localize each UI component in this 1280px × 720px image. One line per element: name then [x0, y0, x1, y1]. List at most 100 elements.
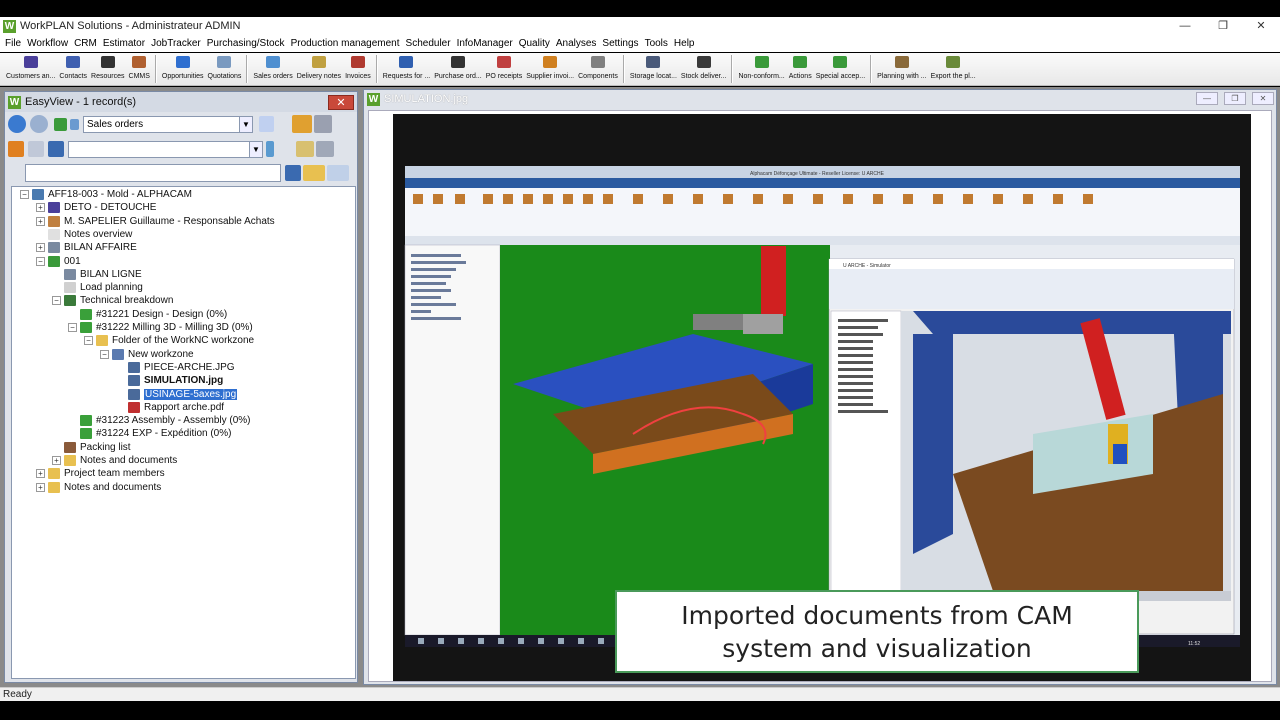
- tree-node-label[interactable]: AFF18-003 - Mold - ALPHACAM: [48, 189, 192, 200]
- forward-arrow-icon[interactable]: [30, 115, 48, 133]
- close-button[interactable]: ✕: [1242, 17, 1280, 35]
- tree-node[interactable]: − Folder of the WorkNC workzone: [84, 334, 254, 347]
- tree-node-label[interactable]: Project team members: [64, 468, 165, 479]
- menu-infomanager[interactable]: InfoManager: [457, 38, 513, 49]
- tree-node[interactable]: + DETO - DETOUCHE: [36, 201, 156, 214]
- expand-icon[interactable]: +: [36, 482, 45, 492]
- tree-node[interactable]: − AFF18-003 - Mold - ALPHACAM: [20, 188, 192, 201]
- search-icon[interactable]: [285, 165, 301, 181]
- tree-node-label[interactable]: Load planning: [80, 282, 143, 293]
- menu-help[interactable]: Help: [674, 38, 695, 49]
- collapse-icon[interactable]: −: [100, 349, 109, 359]
- menu-file[interactable]: File: [5, 38, 21, 49]
- menu-analyses[interactable]: Analyses: [556, 38, 597, 49]
- tree-node[interactable]: − New workzone: [100, 348, 194, 361]
- toolbar-po-receipts-button[interactable]: PO receipts: [484, 54, 525, 84]
- expand-icon[interactable]: +: [36, 469, 45, 479]
- tree-node-label[interactable]: Packing list: [80, 442, 131, 453]
- menu-tools[interactable]: Tools: [645, 38, 668, 49]
- tree-node[interactable]: #31223 Assembly - Assembly (0%): [68, 414, 251, 427]
- tree-node[interactable]: #31221 Design - Design (0%): [68, 308, 227, 321]
- clear-filter-icon[interactable]: [303, 165, 325, 181]
- toolbar-sales-orders-button[interactable]: Sales orders: [251, 54, 294, 84]
- search-input[interactable]: [25, 164, 281, 182]
- mail-icon[interactable]: [327, 165, 349, 181]
- column-chooser-icon[interactable]: [266, 141, 274, 157]
- folder-icon[interactable]: [296, 141, 314, 157]
- tree-node[interactable]: + Notes and documents: [36, 481, 161, 494]
- tree-node[interactable]: + BILAN AFFAIRE: [36, 241, 137, 254]
- toolbar-contacts-button[interactable]: Contacts: [57, 54, 89, 84]
- toolbar-invoices-button[interactable]: Invoices: [343, 54, 373, 84]
- tree-node-label[interactable]: Notes overview: [64, 229, 132, 240]
- tree-node-label[interactable]: M. SAPELIER Guillaume - Responsable Acha…: [64, 216, 275, 227]
- tree-node[interactable]: Rapport arche.pdf: [116, 401, 224, 414]
- tree-node-label[interactable]: USINAGE-5axes.jpg: [144, 388, 238, 400]
- back-arrow-icon[interactable]: [8, 115, 26, 133]
- toolbar-requests-for-button[interactable]: Requests for ...: [381, 54, 432, 84]
- tree-node-label[interactable]: Rapport arche.pdf: [144, 402, 224, 413]
- tree-node[interactable]: PIECE-ARCHE.JPG: [116, 361, 235, 374]
- menu-production-management[interactable]: Production management: [291, 38, 400, 49]
- tree-node-label[interactable]: BILAN LIGNE: [80, 269, 142, 280]
- toolbar-resources-button[interactable]: Resources: [89, 54, 126, 84]
- tree-node[interactable]: #31224 EXP - Expédition (0%): [68, 427, 231, 440]
- minimize-button[interactable]: —: [1166, 17, 1204, 35]
- tree-node[interactable]: Load planning: [52, 281, 143, 294]
- easyview-close-button[interactable]: ✕: [328, 95, 354, 110]
- menu-quality[interactable]: Quality: [519, 38, 550, 49]
- record-type-select[interactable]: Sales orders ▼: [83, 115, 253, 133]
- toolbar-export-the-pl-button[interactable]: Export the pl...: [929, 54, 978, 84]
- tree-node-label[interactable]: Notes and documents: [64, 482, 161, 493]
- tree-node[interactable]: − #31222 Milling 3D - Milling 3D (0%): [68, 321, 253, 334]
- collapse-icon[interactable]: −: [20, 190, 29, 199]
- toolbar-special-accep-button[interactable]: Special accep...: [814, 54, 867, 84]
- toolbar-components-button[interactable]: Components: [576, 54, 620, 84]
- tree-node[interactable]: USINAGE-5axes.jpg: [116, 388, 238, 401]
- tree-node-label[interactable]: #31222 Milling 3D - Milling 3D (0%): [96, 322, 253, 333]
- tree-node-label[interactable]: PIECE-ARCHE.JPG: [144, 362, 235, 373]
- zoom-icon[interactable]: [48, 141, 64, 157]
- tree-node[interactable]: + M. SAPELIER Guillaume - Responsable Ach…: [36, 215, 275, 228]
- toolbar-non-conform-button[interactable]: Non-conform...: [736, 54, 786, 84]
- menu-estimator[interactable]: Estimator: [103, 38, 145, 49]
- menu-purchasing-stock[interactable]: Purchasing/Stock: [207, 38, 285, 49]
- simulation-minimize-button[interactable]: —: [1196, 92, 1218, 105]
- menu-jobtracker[interactable]: JobTracker: [151, 38, 201, 49]
- filter-icon[interactable]: [8, 141, 24, 157]
- tree-node-label[interactable]: New workzone: [128, 349, 194, 360]
- menu-scheduler[interactable]: Scheduler: [406, 38, 451, 49]
- menu-settings[interactable]: Settings: [602, 38, 638, 49]
- tree-node-label[interactable]: SIMULATION.jpg: [144, 375, 223, 386]
- expand-icon[interactable]: +: [52, 456, 61, 465]
- expand-icon[interactable]: +: [36, 203, 45, 213]
- toolbar-purchase-ord-button[interactable]: Purchase ord...: [432, 54, 483, 84]
- tree-node-label[interactable]: DETO - DETOUCHE: [64, 202, 156, 213]
- collapse-icon[interactable]: −: [68, 323, 77, 332]
- tree-node-label[interactable]: #31224 EXP - Expédition (0%): [96, 428, 231, 439]
- add-record-icon[interactable]: [292, 115, 312, 133]
- toolbar-supplier-invoi-button[interactable]: Supplier invoi...: [524, 54, 576, 84]
- simulation-restore-button[interactable]: ❐: [1224, 92, 1246, 105]
- tree-node-label[interactable]: BILAN AFFAIRE: [64, 242, 137, 253]
- filter-select[interactable]: ▼: [68, 140, 263, 158]
- toolbar-delivery-notes-button[interactable]: Delivery notes: [295, 54, 343, 84]
- toolbar-quotations-button[interactable]: Quotations: [206, 54, 244, 84]
- collapse-icon[interactable]: −: [36, 256, 45, 266]
- tree-node[interactable]: Notes overview: [36, 228, 132, 241]
- sort-az-icon[interactable]: [259, 116, 274, 132]
- menu-workflow[interactable]: Workflow: [27, 38, 68, 49]
- check-icon[interactable]: [70, 118, 79, 130]
- simulation-close-button[interactable]: ✕: [1252, 92, 1274, 105]
- tree-node[interactable]: BILAN LIGNE: [52, 268, 142, 281]
- toolbar-customers-an-button[interactable]: Customers an...: [4, 54, 57, 84]
- toolbar-storage-locat-button[interactable]: Storage locat...: [628, 54, 679, 84]
- star-icon[interactable]: [28, 141, 44, 157]
- menu-crm[interactable]: CRM: [74, 38, 97, 49]
- restore-button[interactable]: ❐: [1204, 17, 1242, 35]
- tree-node-label[interactable]: #31223 Assembly - Assembly (0%): [96, 415, 251, 426]
- tree-node-label[interactable]: 001: [64, 256, 81, 267]
- tree-node[interactable]: − 001: [36, 255, 81, 268]
- toolbar-stock-deliver-button[interactable]: Stock deliver...: [679, 54, 729, 84]
- print-icon[interactable]: [314, 115, 332, 133]
